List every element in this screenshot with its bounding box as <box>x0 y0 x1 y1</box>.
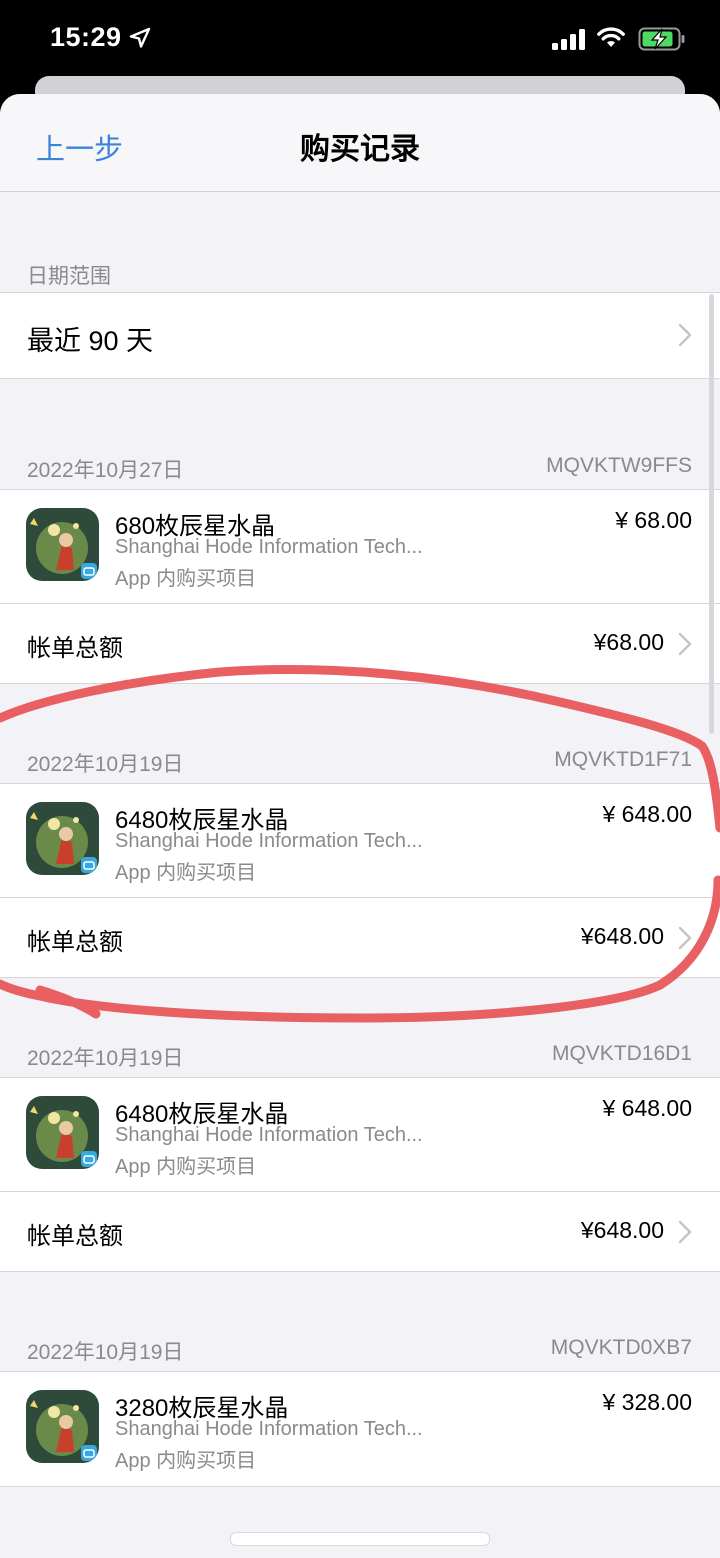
location-arrow-icon <box>129 27 151 48</box>
battery-charging-icon <box>638 27 685 51</box>
bill-total-label: 帐单总额 <box>27 635 123 662</box>
bill-total-row[interactable]: 帐单总额 ¥648.00 <box>0 1192 720 1271</box>
date-range-value: 最近 90 天 <box>27 326 154 356</box>
item-type: App 内购买项目 <box>115 1450 257 1472</box>
chevron-right-icon <box>678 632 692 656</box>
purchase-group: 6480枚辰星水晶 Shanghai Hode Information Tech… <box>0 783 720 978</box>
item-price: ¥ 68.00 <box>615 507 692 533</box>
game-app-icon <box>26 1390 99 1463</box>
order-id: MQVKTW9FFS <box>546 454 692 477</box>
item-developer: Shanghai Hode Information Tech... <box>115 1124 423 1146</box>
order-id: MQVKTD16D1 <box>551 1042 692 1065</box>
order-id: MQVKTD1F71 <box>554 748 692 771</box>
purchase-group: 6480枚辰星水晶 Shanghai Hode Information Tech… <box>0 1077 720 1272</box>
bill-total-label: 帐单总额 <box>27 929 123 956</box>
purchase-date: 2022年10月19日 <box>27 1341 184 1364</box>
purchase-date: 2022年10月19日 <box>27 1047 184 1070</box>
date-range-header-label: 日期范围 <box>27 265 111 288</box>
navigation-bar: 上一步 购买记录 <box>0 94 720 192</box>
chevron-right-icon <box>678 926 692 950</box>
purchase-date-header: 2022年10月19日 MQVKTD16D1 <box>0 1042 720 1072</box>
app-icon <box>26 1390 99 1463</box>
bill-total-value: ¥68.00 <box>593 629 664 655</box>
purchase-date-header: 2022年10月27日 MQVKTW9FFS <box>0 454 720 484</box>
item-type: App 内购买项目 <box>115 568 257 590</box>
item-type: App 内购买项目 <box>115 1156 257 1178</box>
bill-total-value: ¥648.00 <box>580 923 664 949</box>
purchase-item[interactable]: 3280枚辰星水晶 Shanghai Hode Information Tech… <box>0 1372 720 1485</box>
item-price: ¥ 328.00 <box>602 1389 692 1415</box>
order-id: MQVKTD0XB7 <box>550 1336 692 1359</box>
game-app-icon <box>26 1096 99 1169</box>
purchase-date-header: 2022年10月19日 MQVKTD0XB7 <box>0 1336 720 1366</box>
purchase-group: 3280枚辰星水晶 Shanghai Hode Information Tech… <box>0 1371 720 1487</box>
app-icon <box>26 802 99 875</box>
app-icon <box>26 508 99 581</box>
purchase-item[interactable]: 680枚辰星水晶 Shanghai Hode Information Tech.… <box>0 490 720 603</box>
home-indicator[interactable] <box>230 1532 490 1546</box>
app-icon <box>26 1096 99 1169</box>
cellular-signal-icon <box>552 29 585 50</box>
purchase-group: 680枚辰星水晶 Shanghai Hode Information Tech.… <box>0 489 720 684</box>
bill-total-row[interactable]: 帐单总额 ¥648.00 <box>0 898 720 977</box>
purchase-item[interactable]: 6480枚辰星水晶 Shanghai Hode Information Tech… <box>0 1078 720 1191</box>
date-range-header: 日期范围 <box>0 260 720 290</box>
purchase-date: 2022年10月19日 <box>27 753 184 776</box>
status-time: 15:29 <box>50 22 122 52</box>
purchase-date: 2022年10月27日 <box>27 459 184 482</box>
game-app-icon <box>26 508 99 581</box>
item-price: ¥ 648.00 <box>602 1095 692 1121</box>
purchase-history-sheet: 上一步 购买记录 日期范围 最近 90 天 2022年10月27日 MQVKTW… <box>0 94 720 1558</box>
bill-total-row[interactable]: 帐单总额 ¥68.00 <box>0 604 720 683</box>
date-range-row[interactable]: 最近 90 天 <box>0 292 720 379</box>
status-bar: 15:29 <box>0 0 720 80</box>
purchase-item[interactable]: 6480枚辰星水晶 Shanghai Hode Information Tech… <box>0 784 720 897</box>
item-type: App 内购买项目 <box>115 862 257 884</box>
wifi-icon <box>597 27 625 47</box>
item-price: ¥ 648.00 <box>602 801 692 827</box>
item-developer: Shanghai Hode Information Tech... <box>115 1418 423 1440</box>
scroll-indicator[interactable] <box>709 294 714 734</box>
chevron-right-icon <box>678 323 692 347</box>
game-app-icon <box>26 802 99 875</box>
page-title: 购买记录 <box>300 133 420 166</box>
item-developer: Shanghai Hode Information Tech... <box>115 536 423 558</box>
bill-total-value: ¥648.00 <box>580 1217 664 1243</box>
chevron-right-icon <box>678 1220 692 1244</box>
item-developer: Shanghai Hode Information Tech... <box>115 830 423 852</box>
purchase-date-header: 2022年10月19日 MQVKTD1F71 <box>0 748 720 778</box>
bill-total-label: 帐单总额 <box>27 1223 123 1250</box>
